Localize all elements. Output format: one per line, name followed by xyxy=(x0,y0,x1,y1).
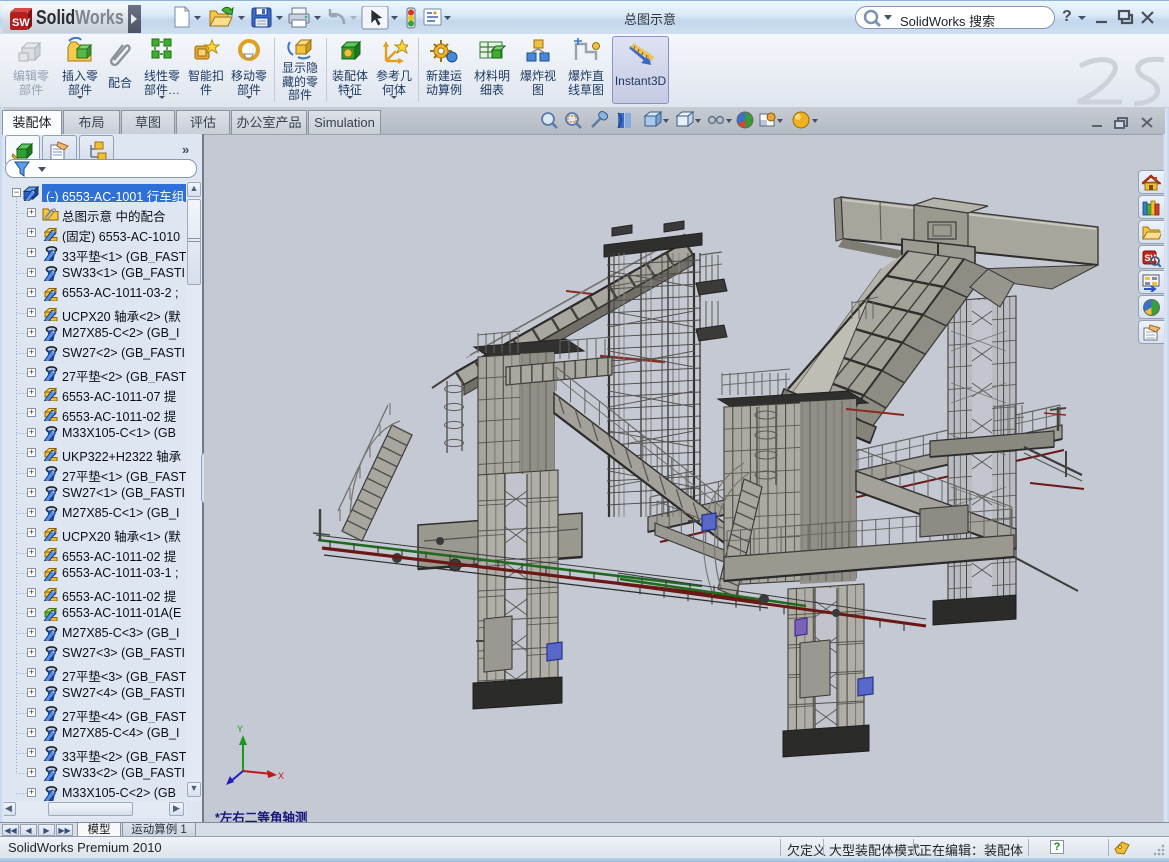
svg-text:Y: Y xyxy=(237,724,243,734)
svg-text:SW: SW xyxy=(12,17,30,29)
svg-text:X: X xyxy=(278,771,284,781)
